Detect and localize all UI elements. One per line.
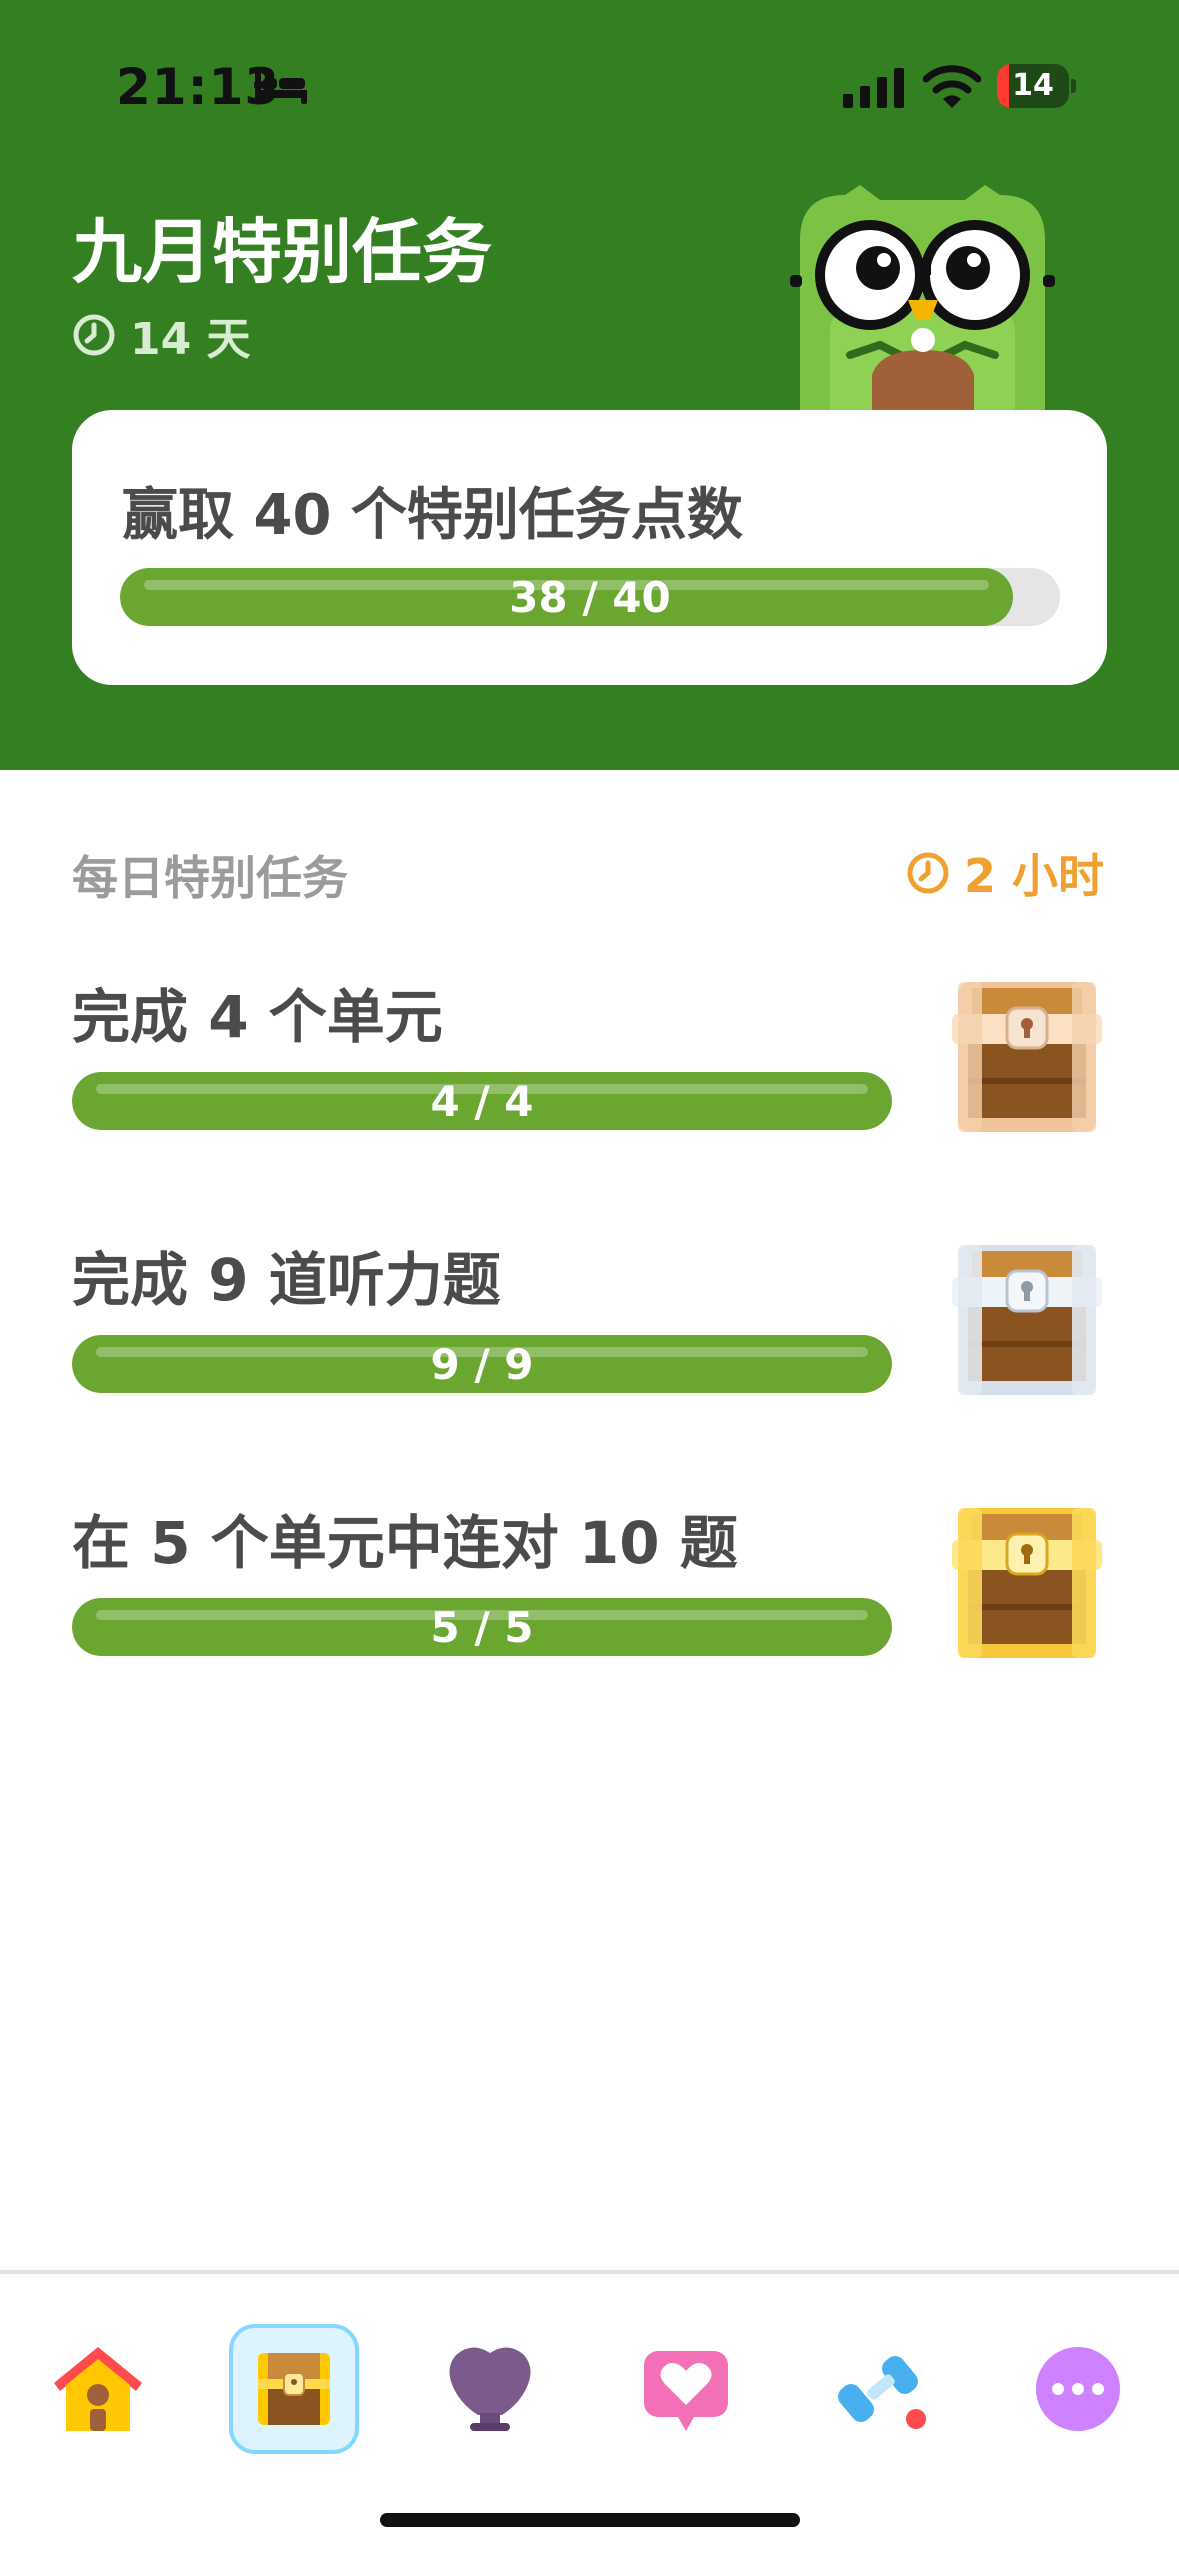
status-bar: 21:13 14 <box>0 0 1179 170</box>
friends-heart-icon <box>644 2351 728 2431</box>
monthly-quest-title: 赢取 40 个特别任务点数 <box>122 483 743 548</box>
practice-dumbbell-icon <box>838 2356 926 2429</box>
timer-icon <box>907 852 949 894</box>
tab-quests[interactable] <box>229 2324 359 2454</box>
more-icon <box>1036 2347 1120 2431</box>
page-title: 九月特别任务 <box>72 211 492 293</box>
quest-title: 完成 4 个单元 <box>72 983 443 1051</box>
quest-title: 在 5 个单元中连对 10 题 <box>72 1509 738 1577</box>
tab-home[interactable] <box>33 2324 163 2454</box>
silver-chest-icon[interactable] <box>952 1233 1102 1398</box>
duo-owl-mascot-icon <box>790 185 1055 410</box>
quest-progress-bar: 9 / 9 <box>72 1335 892 1393</box>
tab-practice[interactable] <box>817 2324 947 2454</box>
quest-title: 完成 9 道听力题 <box>72 1246 501 1314</box>
tab-leagues[interactable] <box>425 2324 555 2454</box>
sleep-focus-icon <box>255 72 307 104</box>
daily-timer-text: 2 小时 <box>964 849 1105 903</box>
monthly-progress-bar: 38 / 40 <box>120 568 1060 626</box>
daily-quests-heading: 每日特别任务 <box>72 851 348 905</box>
daily-quest-item[interactable]: 完成 9 道听力题 9 / 9 <box>72 1233 1107 1423</box>
monthly-progress-label: 38 / 40 <box>509 572 671 622</box>
daily-timer: 2 小时 <box>906 840 1104 906</box>
battery-indicator: 14 <box>997 64 1077 108</box>
home-icon <box>54 2347 142 2431</box>
gold-chest-icon[interactable] <box>952 1496 1102 1661</box>
tab-more[interactable] <box>1013 2324 1143 2454</box>
days-remaining: 14 天 <box>72 310 251 365</box>
battery-level: 14 <box>1012 68 1054 103</box>
timer-icon <box>73 314 115 356</box>
daily-quest-item[interactable]: 在 5 个单元中连对 10 题 5 / 5 <box>72 1496 1107 1686</box>
quests-chest-icon <box>258 2353 330 2425</box>
quest-progress-label: 4 / 4 <box>430 1076 534 1126</box>
daily-quest-item[interactable]: 完成 4 个单元 4 / 4 <box>72 970 1107 1160</box>
monthly-quest-card[interactable]: 赢取 40 个特别任务点数 38 / 40 <box>72 410 1107 685</box>
bronze-chest-icon[interactable] <box>952 970 1102 1135</box>
tab-friends[interactable] <box>621 2324 751 2454</box>
quest-progress-label: 9 / 9 <box>430 1339 534 1389</box>
quest-progress-bar: 5 / 5 <box>72 1598 892 1656</box>
wifi-icon <box>923 65 981 108</box>
home-indicator <box>380 2513 800 2527</box>
quest-progress-bar: 4 / 4 <box>72 1072 892 1130</box>
quest-progress-label: 5 / 5 <box>430 1602 534 1652</box>
leagues-shield-icon <box>449 2347 531 2431</box>
cellular-signal-icon <box>843 68 904 108</box>
days-left-text: 14 天 <box>130 314 251 365</box>
quest-header: 21:13 14 九月特别任务 14 天 赢取 40 个特别任务点数 38 / … <box>0 0 1179 770</box>
